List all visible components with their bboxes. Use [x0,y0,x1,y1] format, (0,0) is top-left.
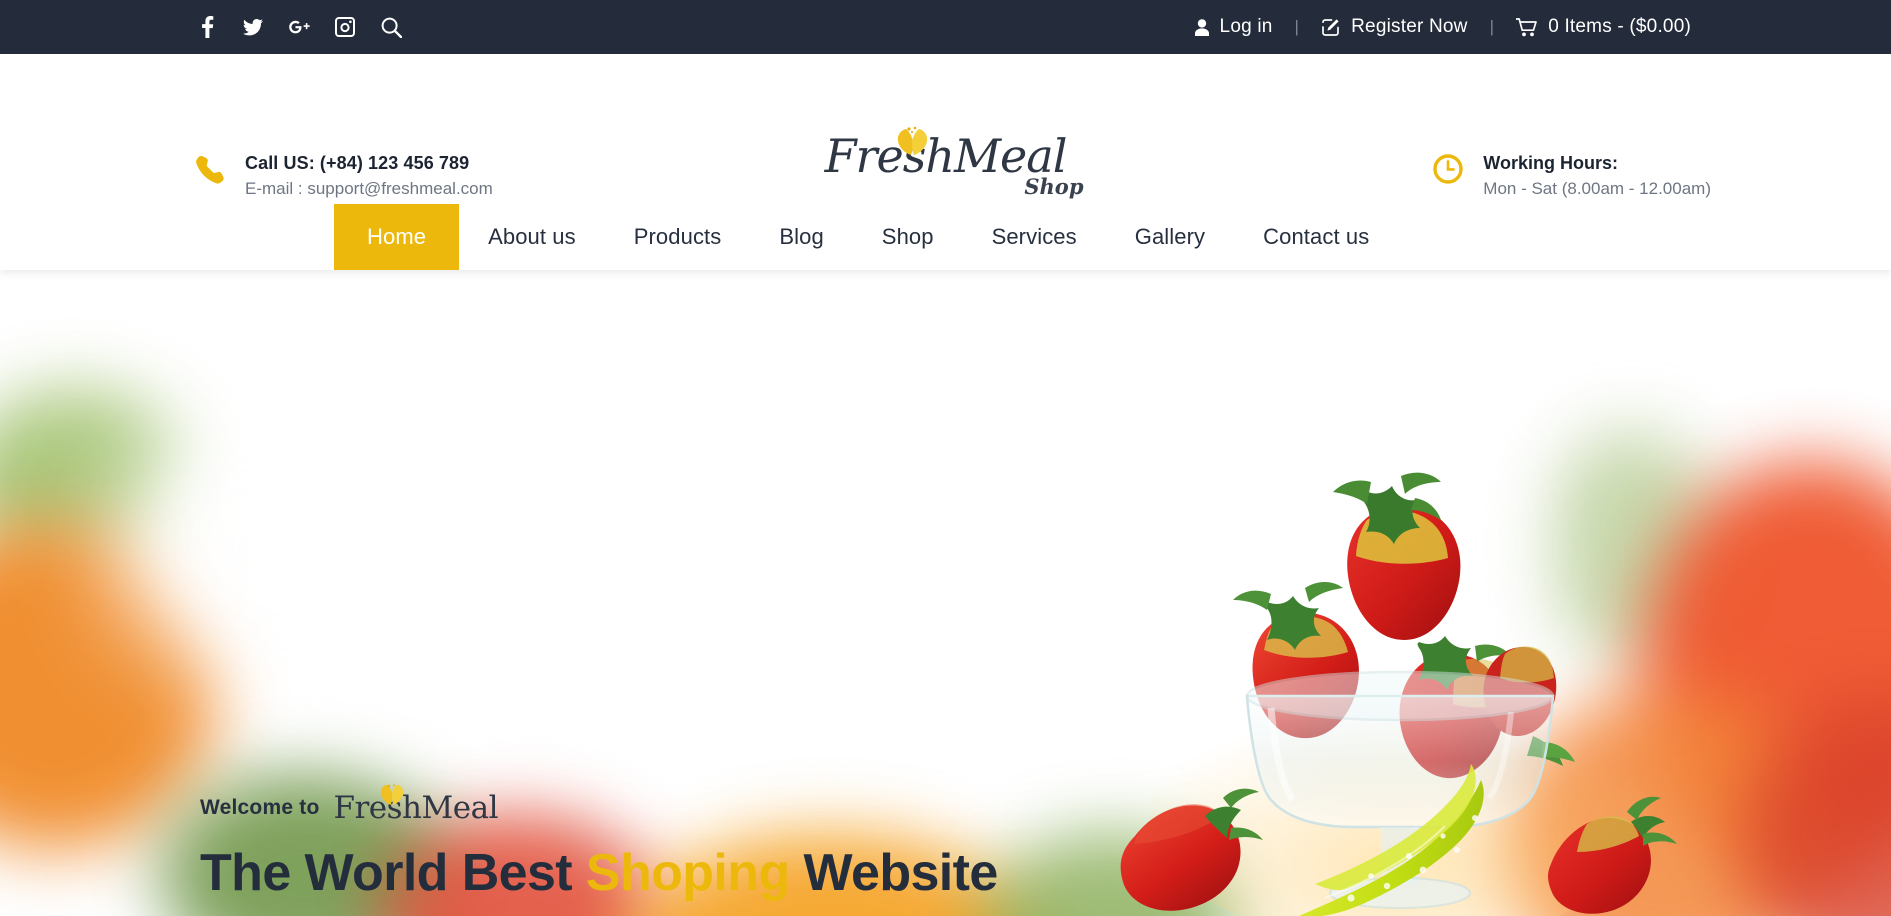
topbar-separator-1: | [1294,17,1300,36]
working-hours: Working Hours: Mon - Sat (8.00am - 12.00… [1433,150,1711,202]
strawberry-top [1333,472,1461,640]
leaf-ornament-icon [887,116,939,164]
edit-pencil-icon [1321,18,1340,37]
leaf-ornament-icon [375,778,409,814]
nav-item-about-us[interactable]: About us [459,204,605,270]
nav-item-contact-us[interactable]: Contact us [1234,204,1398,270]
top-bar: Log in | Register Now | 0 Items - ($0.00… [0,0,1891,54]
hero-content: Welcome to FreshMeal The World Best Shop… [200,784,998,916]
hero-welcome-prefix: Welcome to [200,796,320,819]
hero-welcome-brand-text: FreshMeal [333,790,499,826]
hero-title: The World Best Shoping Website [200,842,998,904]
hero-section: Welcome to FreshMeal The World Best Shop… [0,270,1891,916]
shopping-cart-icon [1516,17,1538,37]
cart-link[interactable]: 0 Items - ($0.00) [1516,16,1691,38]
nav-item-home[interactable]: Home [334,204,460,270]
nav-item-blog[interactable]: Blog [750,204,852,270]
hero-welcome-brand: FreshMeal [333,784,499,826]
hero-title-highlight: Shoping [585,844,790,902]
bg-blob-green-left [0,390,190,570]
call-label: Call US: (+84) 123 456 789 [245,153,470,173]
register-link[interactable]: Register Now [1321,16,1467,38]
logo-main-text: FreshMeal [824,129,1068,183]
search-icon[interactable] [380,16,402,38]
bg-blob-orange-left [0,520,220,850]
site-logo[interactable]: FreshMeal Shop [796,126,1096,199]
login-label: Log in [1219,16,1273,37]
twitter-icon[interactable] [242,16,264,38]
facebook-icon[interactable] [196,16,218,38]
strawberry-bowl-image [1120,472,1677,916]
hero-title-part1: The World Best [200,844,586,902]
google-plus-icon[interactable] [288,16,310,38]
top-bar-actions: Log in | Register Now | 0 Items - ($0.00… [1194,16,1691,38]
nav-item-services[interactable]: Services [963,204,1106,270]
cart-label: 0 Items - ($0.00) [1548,16,1691,37]
contact-info: Call US: (+84) 123 456 789 E-mail : supp… [196,150,493,202]
main-navigation: Home About us Products Blog Shop Service… [0,204,1891,270]
register-label: Register Now [1351,16,1468,37]
main-navigation-bar: Home About us Products Blog Shop Service… [0,204,1891,270]
topbar-separator-2: | [1489,17,1495,36]
instagram-icon[interactable] [334,16,356,38]
bg-blob-red-far-right [1741,700,1891,916]
hero-welcome-row: Welcome to FreshMeal [200,784,998,826]
working-hours-value: Mon - Sat (8.00am - 12.00am) [1483,179,1711,198]
hero-title-part2: Website [789,844,998,902]
clock-icon [1433,154,1463,189]
phone-icon [196,155,225,189]
login-link[interactable]: Log in [1194,16,1273,38]
social-links [196,16,402,38]
nav-item-products[interactable]: Products [605,204,751,270]
email-label: E-mail : support@freshmeal.com [245,179,493,198]
nav-item-gallery[interactable]: Gallery [1106,204,1234,270]
site-header: Call US: (+84) 123 456 789 E-mail : supp… [0,54,1891,204]
nav-item-shop[interactable]: Shop [853,204,963,270]
working-hours-title: Working Hours: [1483,153,1618,173]
logo-text: FreshMeal [824,126,1068,183]
user-icon [1194,18,1209,36]
